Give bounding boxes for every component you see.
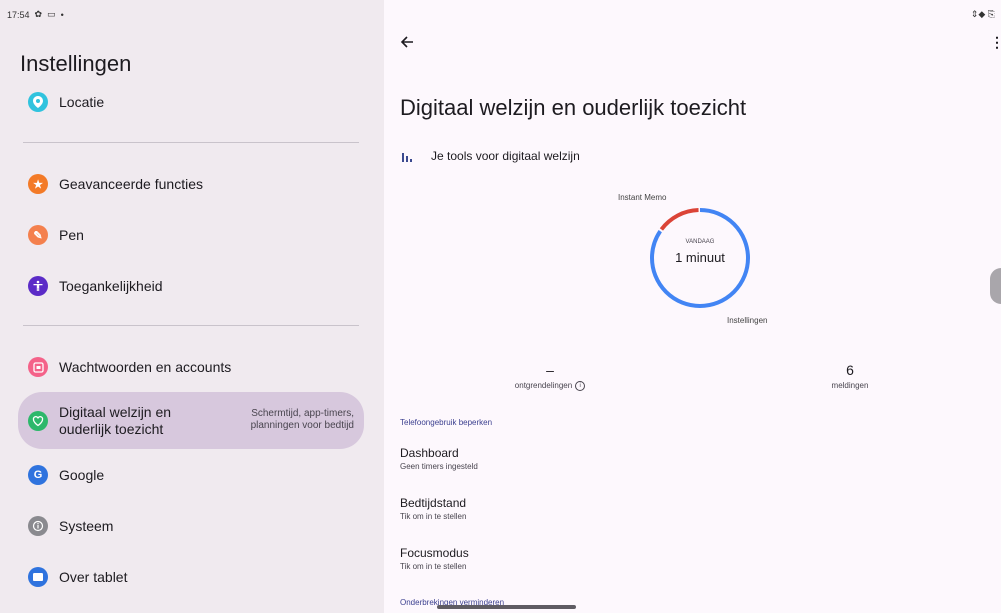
clipboard-notification-icon: ▭ [47, 9, 56, 19]
sidebar-item-label: Pen [59, 226, 84, 243]
info-icon[interactable]: i [575, 381, 586, 391]
unlocks-label: ontgrendelingen [514, 381, 573, 391]
pen-icon: ✎ [28, 225, 48, 245]
system-info-icon [28, 516, 48, 536]
sidebar-item-label: Over tablet [59, 568, 128, 585]
gesture-nav-handle[interactable] [437, 605, 576, 609]
list-item-title: Focusmodus [400, 546, 469, 560]
settings-title: Instellingen [20, 51, 132, 76]
notifications-stat[interactable]: 6 meldingen [800, 362, 900, 390]
sidebar-item-wachtwoorden[interactable]: Wachtwoorden en accounts [18, 345, 364, 389]
notifications-label: meldingen [831, 381, 869, 390]
passwords-icon [28, 357, 48, 377]
bar-chart-icon [402, 150, 414, 162]
section-header-limit: Telefoongebruik beperken [400, 418, 493, 427]
tablet-icon [28, 567, 48, 587]
tools-header: Je tools voor digitaal welzijn [400, 149, 580, 163]
accessibility-icon [28, 276, 48, 296]
list-item-title: Dashboard [400, 446, 459, 460]
sidebar-item-label: Locatie [59, 93, 105, 110]
location-icon [28, 92, 48, 112]
list-item-focusmodus[interactable]: Focusmodus Tik om in te stellen [400, 546, 469, 571]
sidebar-item-over-tablet[interactable]: Over tablet [18, 555, 364, 599]
google-icon: G [28, 465, 48, 485]
status-bar-left: 17:54 ✿ ▭ • [7, 9, 64, 20]
back-arrow-icon[interactable] [400, 34, 414, 54]
list-item-dashboard[interactable]: Dashboard Geen timers ingesteld [400, 446, 478, 471]
edge-panel-handle[interactable] [990, 268, 1001, 304]
donut-center-caption: VANDAAG [685, 239, 715, 245]
list-item-bedtijdstand[interactable]: Bedtijdstand Tik om in te stellen [400, 496, 466, 521]
chart-label-instellingen: Instellingen [727, 316, 768, 325]
wellbeing-icon [28, 410, 48, 431]
sidebar-item-google[interactable]: G Google [18, 453, 364, 497]
list-item-subtitle: Tik om in te stellen [400, 512, 467, 521]
donut-center-value: 1 minuut [675, 250, 725, 265]
sidebar-item-label: Wachtwoorden en accounts [59, 358, 232, 375]
unlocks-stat[interactable]: – ontgrendelingen i [500, 362, 600, 391]
notification-dot-icon: • [60, 9, 64, 20]
sidebar-item-pen[interactable]: ✎ Pen [18, 213, 364, 257]
sidebar-item-digitaal-welzijn[interactable]: Digitaal welzijn en ouderlijk toezicht S… [18, 392, 364, 449]
status-bar-right: ⇕◆ ⎘ [970, 9, 995, 19]
list-item-subtitle: Tik om in te stellen [400, 562, 467, 571]
divider [23, 142, 359, 143]
more-options-icon[interactable]: ⋮ [990, 34, 1001, 51]
sidebar-item-toegankelijkheid[interactable]: Toegankelijkheid [18, 264, 364, 308]
sidebar-item-geavanceerde-functies[interactable]: ★ Geavanceerde functies [18, 162, 364, 206]
sidebar-item-label: Digitaal welzijn en ouderlijk toezicht [59, 403, 172, 437]
status-time: 17:54 [7, 9, 30, 20]
star-icon: ★ [28, 174, 48, 194]
sidebar-item-summary: Schermtijd, app-timers, planningen voor … [250, 408, 354, 431]
sidebar-item-label: Systeem [59, 517, 114, 534]
sidebar-item-label: Toegankelijkheid [59, 277, 163, 294]
tools-label: Je tools voor digitaal welzijn [431, 149, 580, 163]
sidebar-item-label: Google [59, 466, 105, 483]
sidebar-item-label: Geavanceerde functies [59, 175, 203, 192]
list-item-title: Bedtijdstand [400, 496, 467, 510]
divider [23, 325, 359, 326]
page-title: Digitaal welzijn en ouderlijk toezicht [400, 95, 747, 120]
list-item-subtitle: Geen timers ingesteld [400, 462, 478, 471]
sidebar-item-locatie[interactable]: Locatie [18, 80, 364, 124]
sidebar-item-systeem[interactable]: Systeem [18, 504, 364, 548]
settings-notification-icon: ✿ [34, 9, 43, 19]
chart-label-instant-memo: Instant Memo [618, 193, 667, 202]
unlocks-value: – [546, 362, 554, 378]
notifications-value: 6 [846, 362, 854, 378]
